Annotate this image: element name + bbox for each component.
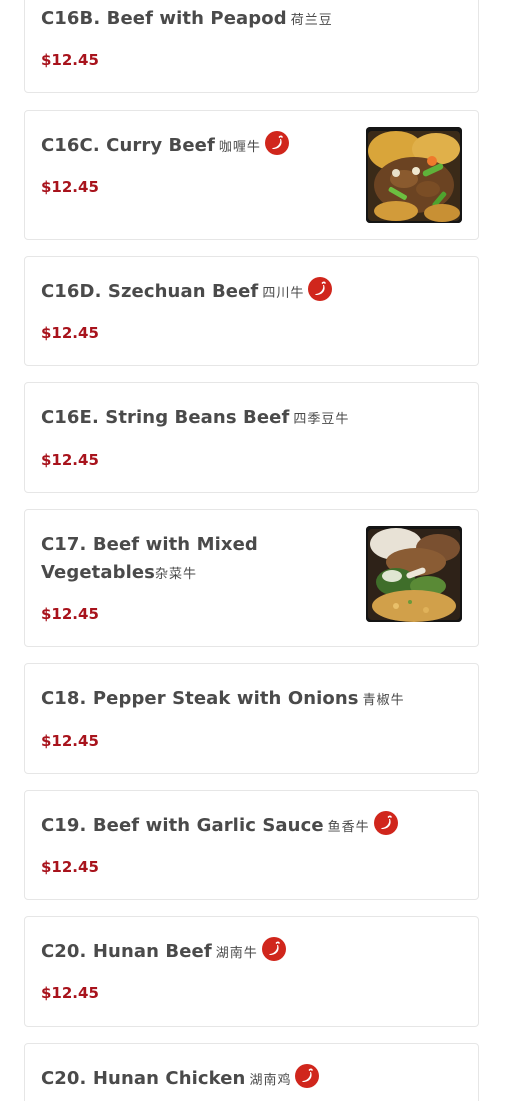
menu-item-name: C20. Hunan Chicken <box>41 1068 246 1089</box>
chili-pepper-icon <box>261 937 286 961</box>
menu-item-price: $12.45 <box>41 984 99 1002</box>
menu-item-chinese-name: 鱼香牛 <box>327 820 370 835</box>
menu-item-name: C16E. String Beans Beef <box>41 407 290 428</box>
chili-pepper-icon <box>264 131 289 155</box>
menu-item-chinese-name: 湖南鸡 <box>249 1073 292 1088</box>
menu-item-price: $12.45 <box>41 858 99 876</box>
menu-item-name: C19. Beef with Garlic Sauce <box>41 815 324 836</box>
menu-item-price: $12.45 <box>41 324 99 342</box>
chili-pepper-icon <box>373 811 398 835</box>
menu-item-chinese-name: 湖南牛 <box>215 946 258 961</box>
menu-item-card[interactable]: C19. Beef with Garlic Sauce 鱼香牛 $12.45 <box>24 790 479 900</box>
menu-item-title: C16E. String Beans Beef 四季豆牛 <box>41 404 349 434</box>
menu-item-title: C17. Beef with Mixed Vegetables杂菜牛 <box>41 531 351 589</box>
food-photo <box>366 127 462 223</box>
menu-item-chinese-name: 咖喱牛 <box>218 140 261 155</box>
menu-item-card[interactable]: C20. Hunan Chicken 湖南鸡 <box>24 1043 479 1101</box>
menu-item-name: C16D. Szechuan Beef <box>41 281 259 302</box>
menu-item-title: C18. Pepper Steak with Onions 青椒牛 <box>41 685 405 715</box>
menu-item-name: C16B. Beef with Peapod <box>41 8 287 29</box>
food-photo <box>366 526 462 622</box>
menu-item-name: C18. Pepper Steak with Onions <box>41 688 359 709</box>
menu-item-list: C16B. Beef with Peapod 荷兰豆 $12.45 C16C. C… <box>0 0 510 1101</box>
menu-item-chinese-name: 荷兰豆 <box>290 13 333 28</box>
menu-item-card[interactable]: C16C. Curry Beef 咖喱牛 $12.45 <box>24 110 479 240</box>
chili-pepper-icon <box>295 1064 320 1088</box>
menu-item-price: $12.45 <box>41 732 99 750</box>
menu-item-title: C16C. Curry Beef 咖喱牛 <box>41 131 289 162</box>
menu-item-card[interactable]: C16B. Beef with Peapod 荷兰豆 $12.45 <box>24 0 479 93</box>
menu-item-name: C16C. Curry Beef <box>41 135 215 156</box>
menu-item-card[interactable]: C16D. Szechuan Beef 四川牛 $12.45 <box>24 256 479 366</box>
menu-item-title: C16D. Szechuan Beef 四川牛 <box>41 277 333 308</box>
menu-item-chinese-name: 杂菜牛 <box>154 567 197 582</box>
menu-item-price: $12.45 <box>41 178 99 196</box>
menu-item-name: C20. Hunan Beef <box>41 941 212 962</box>
menu-item-price: $12.45 <box>41 451 99 469</box>
menu-item-name: C17. Beef with Mixed Vegetables <box>41 534 258 583</box>
menu-item-title: C20. Hunan Beef 湖南牛 <box>41 937 286 968</box>
menu-item-card[interactable]: C20. Hunan Beef 湖南牛 $12.45 <box>24 916 479 1027</box>
menu-item-title: C16B. Beef with Peapod 荷兰豆 <box>41 5 333 35</box>
menu-item-chinese-name: 青椒牛 <box>362 693 405 708</box>
menu-item-chinese-name: 四季豆牛 <box>293 412 350 427</box>
menu-item-chinese-name: 四川牛 <box>262 286 305 301</box>
menu-item-card[interactable]: C17. Beef with Mixed Vegetables杂菜牛 $12.4… <box>24 509 479 647</box>
menu-item-title: C19. Beef with Garlic Sauce 鱼香牛 <box>41 811 398 842</box>
menu-item-title: C20. Hunan Chicken 湖南鸡 <box>41 1064 320 1095</box>
menu-item-card[interactable]: C16E. String Beans Beef 四季豆牛 $12.45 <box>24 382 479 493</box>
menu-item-price: $12.45 <box>41 51 99 69</box>
chili-pepper-icon <box>308 277 333 301</box>
menu-item-price: $12.45 <box>41 605 99 623</box>
menu-item-card[interactable]: C18. Pepper Steak with Onions 青椒牛 $12.45 <box>24 663 479 774</box>
